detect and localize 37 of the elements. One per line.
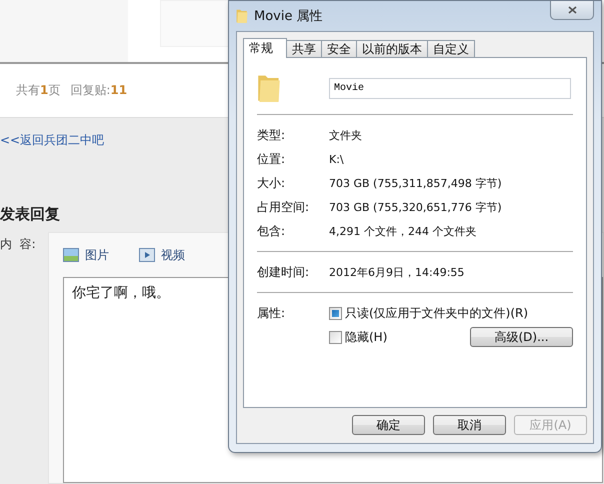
property-label: 类型: <box>257 126 286 144</box>
close-icon <box>568 6 576 14</box>
film-icon <box>139 248 155 262</box>
property-label: 占用空间: <box>257 198 310 216</box>
property-value: 2012年6月9日，14:49:55 <box>329 264 464 280</box>
dialog-button[interactable]: 确定 <box>352 415 425 435</box>
reply-heading: 发表回复 <box>0 205 60 224</box>
content-label: 内 容: <box>0 236 37 253</box>
tab[interactable]: 自定义 <box>427 40 475 58</box>
window-title: Movie 属性 <box>254 8 323 25</box>
tab[interactable]: 共享 <box>286 40 322 58</box>
property-label: 创建时间: <box>257 264 310 280</box>
advanced-button[interactable]: 高级(D)... <box>470 327 573 347</box>
property-label: 大小: <box>257 174 286 192</box>
tab[interactable]: 常规 <box>243 38 287 58</box>
stat-text: 共有1页 <box>16 82 60 99</box>
property-label: 包含: <box>257 222 286 240</box>
video-tool[interactable]: 视频 <box>139 246 185 264</box>
tab[interactable]: 安全 <box>321 40 357 58</box>
image-icon <box>63 248 79 262</box>
folder-icon <box>236 8 248 24</box>
attribute-checkbox[interactable]: 只读(仅应用于文件夹中的文件)(R) <box>329 305 528 322</box>
close-button[interactable] <box>550 1 594 20</box>
name-field[interactable]: Movie <box>329 78 571 98</box>
property-value: 703 GB (755,311,857,498 字节) <box>329 176 502 190</box>
image-tool[interactable]: 图片 <box>63 246 109 264</box>
tab[interactable]: 以前的版本 <box>356 40 428 58</box>
stat-text: 回复贴:11 <box>70 82 128 99</box>
attributes-label: 属性: <box>257 305 286 322</box>
property-label: 位置: <box>257 150 286 168</box>
property-value: K:\ <box>329 152 344 166</box>
attribute-checkbox[interactable]: 隐藏(H) <box>329 328 388 346</box>
property-value: 文件夹 <box>329 128 362 142</box>
property-value: 703 GB (755,320,651,776 字节) <box>329 200 502 214</box>
back-link[interactable]: <<返回兵团二中吧 <box>0 132 104 149</box>
property-value: 4,291 个文件，244 个文件夹 <box>329 224 476 238</box>
dialog-button[interactable]: 取消 <box>433 415 506 435</box>
